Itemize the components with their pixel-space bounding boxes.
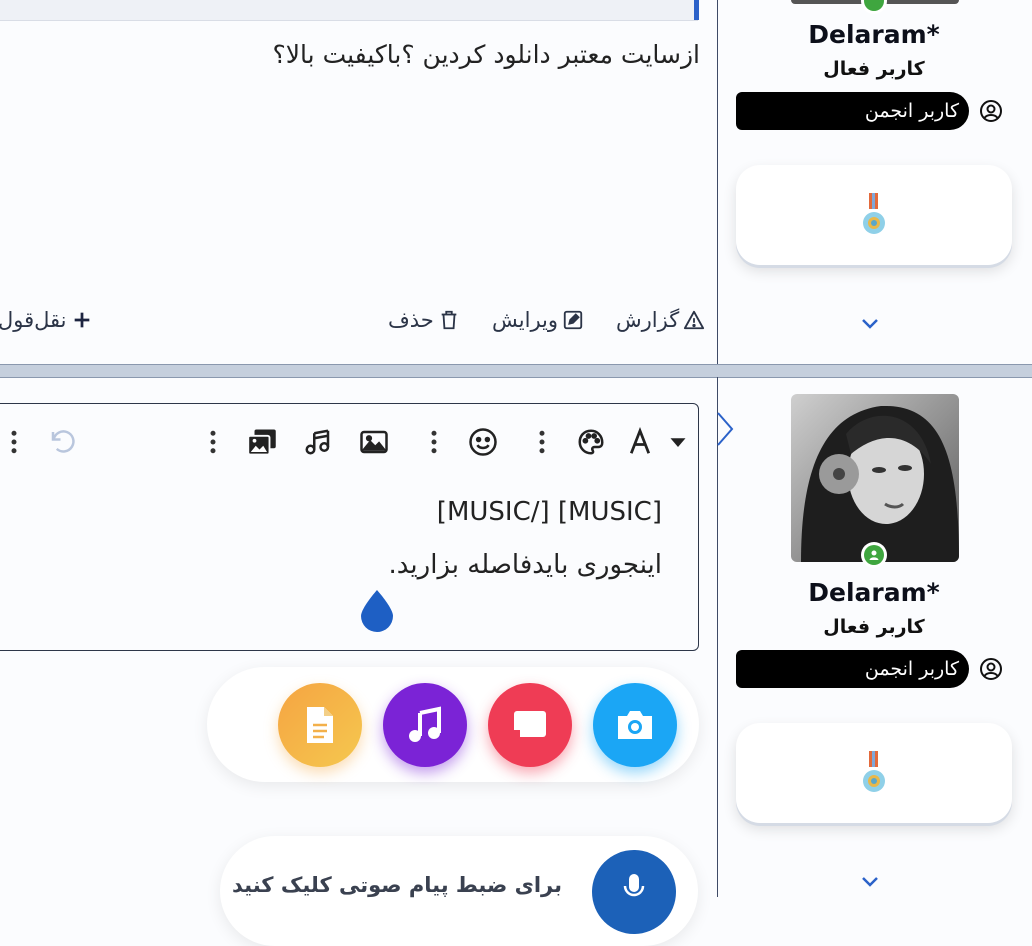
palette-icon (578, 429, 604, 455)
more-options-button[interactable] (525, 425, 559, 459)
quote-label: نقل‌قول (0, 308, 67, 332)
more-options-button[interactable] (417, 425, 451, 459)
user-group-label: کاربر انجمن (864, 658, 959, 680)
delete-button[interactable]: حذف (388, 308, 460, 332)
smiley-icon (469, 428, 497, 456)
vertical-dots-icon (431, 430, 437, 454)
insert-gallery-button[interactable] (245, 425, 279, 459)
emoji-button[interactable] (466, 425, 500, 459)
user-group-badge: کاربر انجمن (736, 650, 969, 688)
report-label: گزارش (616, 308, 680, 332)
editor-line: اینجوری بایدفاصله بزارید. (388, 550, 662, 580)
quote-button[interactable]: نقل‌قول (0, 308, 93, 332)
user-group-label: کاربر انجمن (864, 100, 959, 122)
delete-label: حذف (388, 308, 434, 332)
camera-button[interactable] (593, 683, 677, 767)
user-icon (869, 550, 879, 560)
undo-icon (51, 430, 75, 453)
user-group-badge: کاربر انجمن (736, 92, 969, 130)
column-divider (717, 0, 718, 365)
column-divider (717, 377, 718, 897)
voice-record-label: برای ضبط پیام صوتی کلیک کنید (232, 873, 562, 897)
quote-accent-bar (694, 0, 699, 20)
music-upload-button[interactable] (383, 683, 467, 767)
user-circle-icon (980, 658, 1002, 680)
vertical-dots-icon (210, 430, 216, 454)
camera-icon (618, 711, 652, 739)
screen-share-button[interactable] (488, 683, 572, 767)
user-title: کاربر فعال (823, 58, 925, 80)
trash-icon (441, 310, 457, 330)
gallery-icon (247, 429, 276, 456)
edit-label: ویرایش (492, 308, 559, 332)
chevron-down-icon[interactable] (858, 872, 882, 892)
medal-icon (863, 193, 885, 234)
more-options-button[interactable] (0, 425, 31, 459)
editor-line: [MUSIC] [/MUSIC] (436, 497, 662, 527)
avatar[interactable] (791, 394, 959, 562)
caret-down-icon (670, 438, 686, 447)
droplet-icon (361, 590, 393, 632)
avatar-photo (791, 394, 959, 562)
file-icon (307, 707, 333, 743)
post-message-text: ازسایت معتبر دانلود کردین ؟باکیفیت بالا؟ (272, 40, 700, 69)
color-button[interactable] (574, 425, 608, 459)
file-upload-button[interactable] (278, 683, 362, 767)
quote-strip (0, 0, 698, 21)
insert-music-button[interactable] (301, 425, 335, 459)
user-title: کاربر فعال (823, 616, 925, 638)
font-icon (629, 427, 651, 454)
edit-icon (563, 310, 583, 330)
chevron-right-icon (717, 412, 734, 446)
online-indicator (861, 542, 887, 568)
medal-card[interactable] (736, 165, 1012, 265)
edit-button[interactable]: ویرایش (492, 308, 584, 332)
music-note-icon (305, 429, 330, 455)
medal-icon (863, 751, 885, 792)
medal-card[interactable] (736, 723, 1012, 823)
text-options-dropdown[interactable] (661, 425, 695, 459)
username[interactable]: Delaram* (724, 20, 1024, 49)
more-options-button[interactable] (196, 425, 230, 459)
report-button[interactable]: گزارش (616, 308, 705, 332)
vertical-dots-icon (539, 430, 545, 454)
microphone-icon (623, 874, 645, 897)
chevron-down-icon[interactable] (858, 314, 882, 334)
post-separator (0, 364, 1032, 378)
plus-icon (74, 312, 89, 328)
insert-image-button[interactable] (357, 425, 391, 459)
online-indicator (861, 0, 887, 14)
font-button[interactable] (623, 425, 657, 459)
mic-button[interactable] (592, 850, 676, 934)
username[interactable]: Delaram* (724, 578, 1024, 607)
cast-icon (514, 711, 546, 737)
undo-button[interactable] (46, 425, 80, 459)
user-circle-icon (980, 100, 1002, 122)
warning-icon (684, 310, 705, 330)
music-icon (409, 706, 441, 742)
image-icon (360, 430, 388, 454)
vertical-dots-icon (11, 430, 17, 454)
